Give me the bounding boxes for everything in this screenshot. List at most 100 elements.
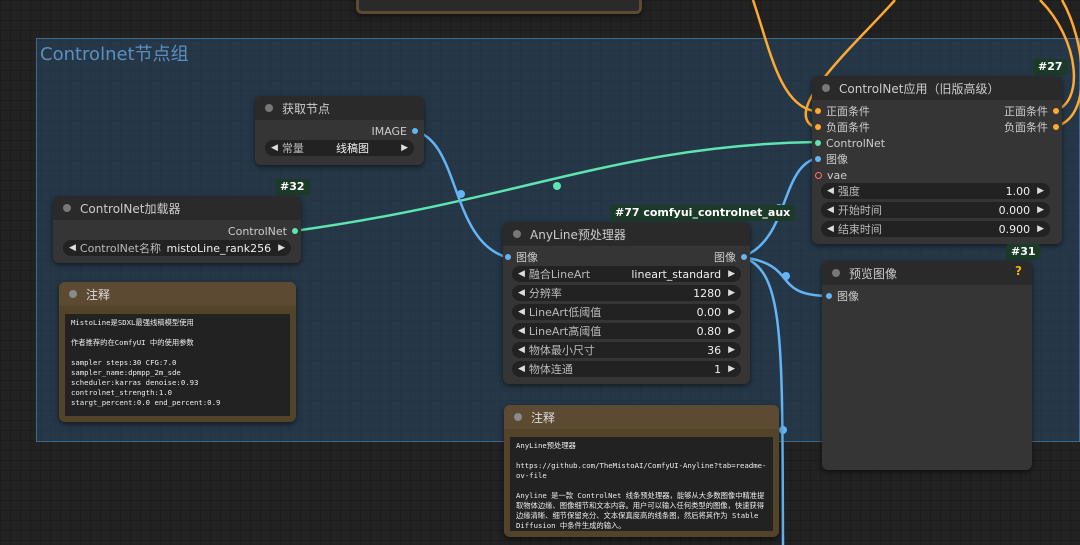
triangle-left-icon[interactable]: ◀ — [271, 143, 278, 153]
anyline-header[interactable]: AnyLine预处理器 — [503, 222, 750, 246]
triangle-left-icon[interactable]: ◀ — [827, 224, 834, 234]
widget-input[interactable]: ◀ 物体最小尺寸 36 ▶ — [512, 342, 741, 358]
widget-label: LineArt高阈值 — [528, 325, 602, 338]
widget-value: 0.00 — [696, 305, 722, 319]
anyline-preprocessor-node[interactable]: AnyLine预处理器 图像 图像 ◀ 融合LineArt lineart_stan… — [503, 222, 750, 384]
preview-image-node[interactable]: 预览图像 ? 图像 — [822, 261, 1032, 470]
input-label: ControlNet — [826, 136, 886, 150]
node-canvas[interactable]: Controlnet节点组 获取节点 IMAGE ◀ 常量 线稿图 ▶ #32 … — [0, 0, 1080, 545]
node-id-badge: #31 — [1006, 244, 1041, 260]
widget-input[interactable]: ◀ 开始时间 0.000 ▶ — [821, 202, 1050, 218]
note-textarea[interactable]: AnyLine预处理器 https://github.com/TheMistoA… — [510, 437, 773, 531]
note-node-header[interactable]: 注释 — [504, 405, 779, 429]
get-node[interactable]: 获取节点 IMAGE ◀ 常量 线稿图 ▶ — [255, 96, 424, 165]
preview-image-header[interactable]: 预览图像 ? — [822, 261, 1032, 285]
widget-value: 36 — [707, 343, 722, 357]
apply-input-image: 图像 — [815, 151, 848, 167]
circle-dot-icon[interactable] — [514, 413, 522, 421]
note-node-anyline[interactable]: 注释 AnyLine预处理器 https://github.com/TheMis… — [504, 405, 779, 537]
get-node-output-row: IMAGE — [278, 123, 418, 139]
triangle-left-icon[interactable]: ◀ — [518, 364, 525, 374]
controlnet-loader-header[interactable]: ControlNet加载器 — [53, 196, 301, 220]
widget-value: lineart_standard — [631, 267, 722, 281]
note-node-header[interactable]: 注释 — [59, 282, 296, 306]
triangle-right-icon[interactable]: ▶ — [728, 269, 735, 279]
widget-value: 0.000 — [998, 203, 1031, 217]
widget-input[interactable]: ◀ LineArt高阈值 0.80 ▶ — [512, 323, 741, 339]
output-slot-negative[interactable] — [1053, 124, 1059, 130]
controlnet-apply-node[interactable]: ControlNet应用（旧版高级） 正面条件 负面条件 ControlNet … — [812, 76, 1062, 244]
triangle-right-icon[interactable]: ▶ — [1037, 224, 1044, 234]
triangle-left-icon[interactable]: ◀ — [827, 205, 834, 215]
triangle-left-icon[interactable]: ◀ — [518, 345, 525, 355]
widget-label: 结束时间 — [837, 223, 882, 236]
triangle-left-icon[interactable]: ◀ — [518, 326, 525, 336]
output-slot-image[interactable] — [412, 128, 418, 134]
output-slot-image[interactable] — [741, 254, 747, 260]
note-node-mistoline[interactable]: 注释 MistoLine是SDXL最强线稿模型使用 作者推荐的在ComfyUI … — [59, 282, 296, 422]
triangle-left-icon[interactable]: ◀ — [518, 307, 525, 317]
get-node-header[interactable]: 获取节点 — [255, 96, 424, 120]
get-node-constant-combo[interactable]: ◀ 常量 线稿图 ▶ — [265, 140, 414, 156]
triangle-left-icon[interactable]: ◀ — [69, 243, 76, 253]
triangle-right-icon[interactable]: ▶ — [278, 243, 285, 253]
circle-dot-icon[interactable] — [69, 290, 77, 298]
node-id-badge: #77 comfyui_controlnet_aux — [610, 205, 796, 221]
input-slot-negative[interactable] — [815, 124, 821, 130]
triangle-right-icon[interactable]: ▶ — [728, 326, 735, 336]
widget-input[interactable]: ◀ 分辨率 1280 ▶ — [512, 285, 741, 301]
widget-input[interactable]: ◀ 融合LineArt lineart_standard ▶ — [512, 266, 741, 282]
apply-input-vae: vae — [815, 167, 847, 183]
widget-label: ControlNet名称 — [79, 242, 161, 255]
output-slot-positive[interactable] — [1053, 108, 1059, 114]
widget-label: 开始时间 — [837, 204, 882, 217]
widget-value: mistoLine_rank256 — [166, 241, 272, 255]
widget-input[interactable]: ◀ LineArt低阈值 0.00 ▶ — [512, 304, 741, 320]
circle-dot-icon[interactable] — [265, 104, 273, 112]
triangle-right-icon[interactable]: ▶ — [728, 307, 735, 317]
circle-dot-icon[interactable] — [63, 204, 71, 212]
widget-label: 物体连通 — [528, 363, 573, 376]
circle-dot-icon[interactable] — [832, 269, 840, 277]
node-id-badge: #32 — [275, 179, 310, 195]
input-slot-image[interactable] — [826, 293, 832, 299]
controlnet-apply-header[interactable]: ControlNet应用（旧版高级） — [812, 76, 1062, 100]
controlnet-loader-node[interactable]: ControlNet加载器 ControlNet ◀ ControlNet名称 … — [53, 196, 301, 263]
widget-value: 1 — [714, 362, 722, 376]
output-slot-controlnet[interactable] — [292, 228, 298, 234]
triangle-right-icon[interactable]: ▶ — [728, 288, 735, 298]
partial-node-top[interactable] — [356, 0, 642, 14]
widget-value: 1.00 — [1005, 184, 1031, 198]
widget-label: 分辨率 — [528, 287, 562, 300]
widget-input[interactable]: ◀ 物体连通 1 ▶ — [512, 361, 741, 377]
input-slot-vae[interactable] — [815, 171, 822, 179]
triangle-right-icon[interactable]: ▶ — [1037, 186, 1044, 196]
get-node-output-label: IMAGE — [371, 124, 407, 138]
apply-input-negative: 负面条件 — [815, 119, 870, 135]
triangle-right-icon[interactable]: ▶ — [401, 143, 408, 153]
widget-label: 物体最小尺寸 — [528, 344, 595, 357]
anyline-input-row: 图像 — [505, 249, 538, 265]
note-node-title: 注释 — [86, 287, 111, 302]
input-slot-positive[interactable] — [815, 108, 821, 114]
circle-dot-icon[interactable] — [822, 84, 830, 92]
group-title[interactable]: Controlnet节点组 — [40, 40, 189, 66]
input-slot-image[interactable] — [815, 156, 821, 162]
triangle-right-icon[interactable]: ▶ — [728, 345, 735, 355]
help-icon[interactable]: ? — [1015, 264, 1022, 278]
input-slot-image[interactable] — [505, 254, 511, 260]
triangle-right-icon[interactable]: ▶ — [728, 364, 735, 374]
widget-value: 0.80 — [696, 324, 722, 338]
widget-input[interactable]: ◀ 结束时间 0.900 ▶ — [821, 221, 1050, 237]
input-slot-controlnet[interactable] — [815, 140, 821, 146]
triangle-right-icon[interactable]: ▶ — [1037, 205, 1044, 215]
note-textarea[interactable]: MistoLine是SDXL最强线稿模型使用 作者推荐的在ComfyUI 中的使… — [65, 314, 290, 416]
widget-input[interactable]: ◀ 强度 1.00 ▶ — [821, 183, 1050, 199]
circle-dot-icon[interactable] — [513, 230, 521, 238]
controlnet-name-combo[interactable]: ◀ ControlNet名称 mistoLine_rank256 ▶ — [63, 240, 291, 256]
triangle-left-icon[interactable]: ◀ — [518, 288, 525, 298]
node-id-badge: #27 — [1033, 59, 1068, 75]
triangle-left-icon[interactable]: ◀ — [827, 186, 834, 196]
triangle-left-icon[interactable]: ◀ — [518, 269, 525, 279]
anyline-input-label: 图像 — [516, 251, 538, 264]
